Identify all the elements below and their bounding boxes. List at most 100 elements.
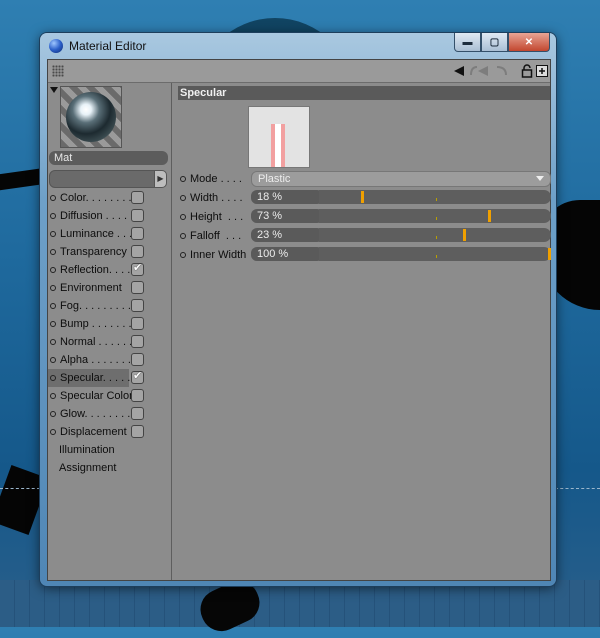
window-title: Material Editor [69, 39, 147, 53]
channel-item[interactable]: Bump . . . . . . . [48, 315, 171, 333]
channel-checkbox[interactable] [131, 317, 144, 330]
channel-checkbox[interactable] [131, 245, 144, 258]
channel-item[interactable]: Color. . . . . . . . [48, 189, 171, 207]
param-row: Width . . . . 18 %▲▼ [178, 190, 551, 206]
channel-label: Glow. . . . . . . . [60, 408, 131, 420]
channel-item[interactable]: Diffusion . . . . . [48, 207, 171, 225]
slider-handle[interactable] [488, 210, 491, 222]
param-row: Falloff . . . 23 %▲▼ [178, 228, 551, 244]
channel-checkbox[interactable] [131, 261, 144, 276]
channel-checkbox[interactable] [131, 389, 144, 402]
param-row: Height . . . 73 %▲▼ [178, 209, 551, 225]
maximize-button[interactable]: ▢ [481, 33, 508, 52]
background-guide-line [555, 488, 600, 489]
param-value-field[interactable]: 23 %▲▼ [251, 228, 386, 242]
channel-item[interactable]: Specular Color [48, 387, 171, 405]
title-bar[interactable]: Material Editor ▬ ▢ ✕ [40, 33, 556, 59]
channel-dot-icon [50, 231, 56, 237]
channel-dot-icon [50, 213, 56, 219]
param-label: Inner Width [190, 249, 247, 261]
param-value-field[interactable]: 18 %▲▼ [251, 190, 386, 204]
channel-item[interactable]: Normal . . . . . . [48, 333, 171, 351]
background-floor [0, 580, 600, 627]
param-dot-icon [180, 195, 186, 201]
param-dot-icon [180, 176, 186, 182]
collapse-triangle-icon[interactable] [50, 87, 58, 93]
specular-preview [248, 106, 310, 168]
channel-item[interactable]: Fog. . . . . . . . . [48, 297, 171, 315]
channel-checkbox[interactable] [131, 425, 144, 438]
channel-dot-icon [50, 285, 56, 291]
sidebar-item-label: Assignment [59, 462, 117, 474]
close-button[interactable]: ✕ [508, 33, 550, 52]
channel-item[interactable]: Glow. . . . . . . . [48, 405, 171, 423]
param-value: 23 % [257, 229, 283, 241]
channel-label: Displacement [60, 426, 127, 438]
slider-handle[interactable] [463, 229, 466, 241]
background-guide-line [0, 488, 40, 489]
forward-history-icon[interactable] [493, 64, 509, 78]
channel-dot-icon [50, 321, 56, 327]
back-arrow-icon[interactable] [452, 64, 466, 78]
channel-checkbox[interactable] [131, 407, 144, 420]
combo-arrow-button[interactable]: ▶ [154, 170, 167, 188]
channel-item[interactable]: Environment [48, 279, 171, 297]
sidebar-item-label: Illumination [59, 444, 115, 456]
param-value: 73 % [257, 210, 283, 222]
channel-checkbox[interactable] [131, 353, 144, 366]
channel-item[interactable]: Displacement [48, 423, 171, 441]
channel-item[interactable]: Reflection. . . . [48, 261, 171, 279]
mode-dropdown[interactable]: Plastic [251, 171, 551, 187]
material-name-field[interactable]: Mat [49, 151, 168, 165]
channel-checkbox[interactable] [131, 281, 144, 294]
channel-dot-icon [50, 375, 56, 381]
channel-dot-icon [50, 267, 56, 273]
param-row: Inner Width 100 %▲▼ [178, 247, 551, 263]
param-slider[interactable] [319, 228, 551, 242]
slider-center-tick [436, 255, 437, 258]
channel-item[interactable]: Transparency [48, 243, 171, 261]
slider-handle[interactable] [548, 248, 551, 260]
grip-icon[interactable] [52, 65, 64, 77]
channel-item[interactable]: Specular. . . . . [48, 369, 144, 387]
mode-row: Mode . . . . Plastic [178, 171, 551, 187]
sidebar-item[interactable]: Illumination [48, 441, 171, 459]
toolbar [48, 60, 550, 83]
minimize-button[interactable]: ▬ [454, 33, 481, 52]
channel-checkbox[interactable] [131, 191, 144, 204]
slider-handle[interactable] [361, 191, 364, 203]
channel-dot-icon [50, 249, 56, 255]
param-label: Width . . . . [190, 192, 243, 204]
param-slider[interactable] [319, 209, 551, 223]
channel-checkbox[interactable] [131, 369, 144, 384]
channel-label: Environment [60, 282, 122, 294]
new-window-icon[interactable] [535, 64, 549, 78]
channel-dot-icon [50, 411, 56, 417]
material-preview[interactable] [60, 86, 122, 148]
preview-sphere [66, 92, 116, 142]
sidebar-item[interactable]: Assignment [48, 459, 171, 477]
param-dot-icon [180, 252, 186, 258]
param-slider[interactable] [319, 247, 551, 261]
channel-checkbox[interactable] [131, 227, 144, 240]
back-history-icon[interactable] [468, 64, 490, 78]
material-editor-window: Material Editor ▬ ▢ ✕ Mat ▶ Color. . . .… [40, 33, 556, 586]
param-value-field[interactable]: 100 %▲▼ [251, 247, 386, 261]
app-icon [49, 39, 63, 53]
channel-dot-icon [50, 357, 56, 363]
attributes-pane: Specular Mode . . . . Plastic Width . . … [173, 83, 551, 580]
channel-item[interactable]: Alpha . . . . . . . [48, 351, 171, 369]
channel-label: Normal . . . . . . [60, 336, 133, 348]
channel-checkbox[interactable] [131, 209, 144, 222]
material-combo-field[interactable] [49, 170, 155, 188]
channel-dot-icon [50, 429, 56, 435]
channel-item[interactable]: Luminance . . . . [48, 225, 171, 243]
lock-icon[interactable] [520, 64, 534, 78]
channel-label: Color. . . . . . . . [60, 192, 132, 204]
channel-checkbox[interactable] [131, 299, 144, 312]
param-value-field[interactable]: 73 %▲▼ [251, 209, 386, 223]
slider-center-tick [436, 198, 437, 201]
param-slider[interactable] [319, 190, 551, 204]
channel-checkbox[interactable] [131, 335, 144, 348]
param-dot-icon [180, 233, 186, 239]
